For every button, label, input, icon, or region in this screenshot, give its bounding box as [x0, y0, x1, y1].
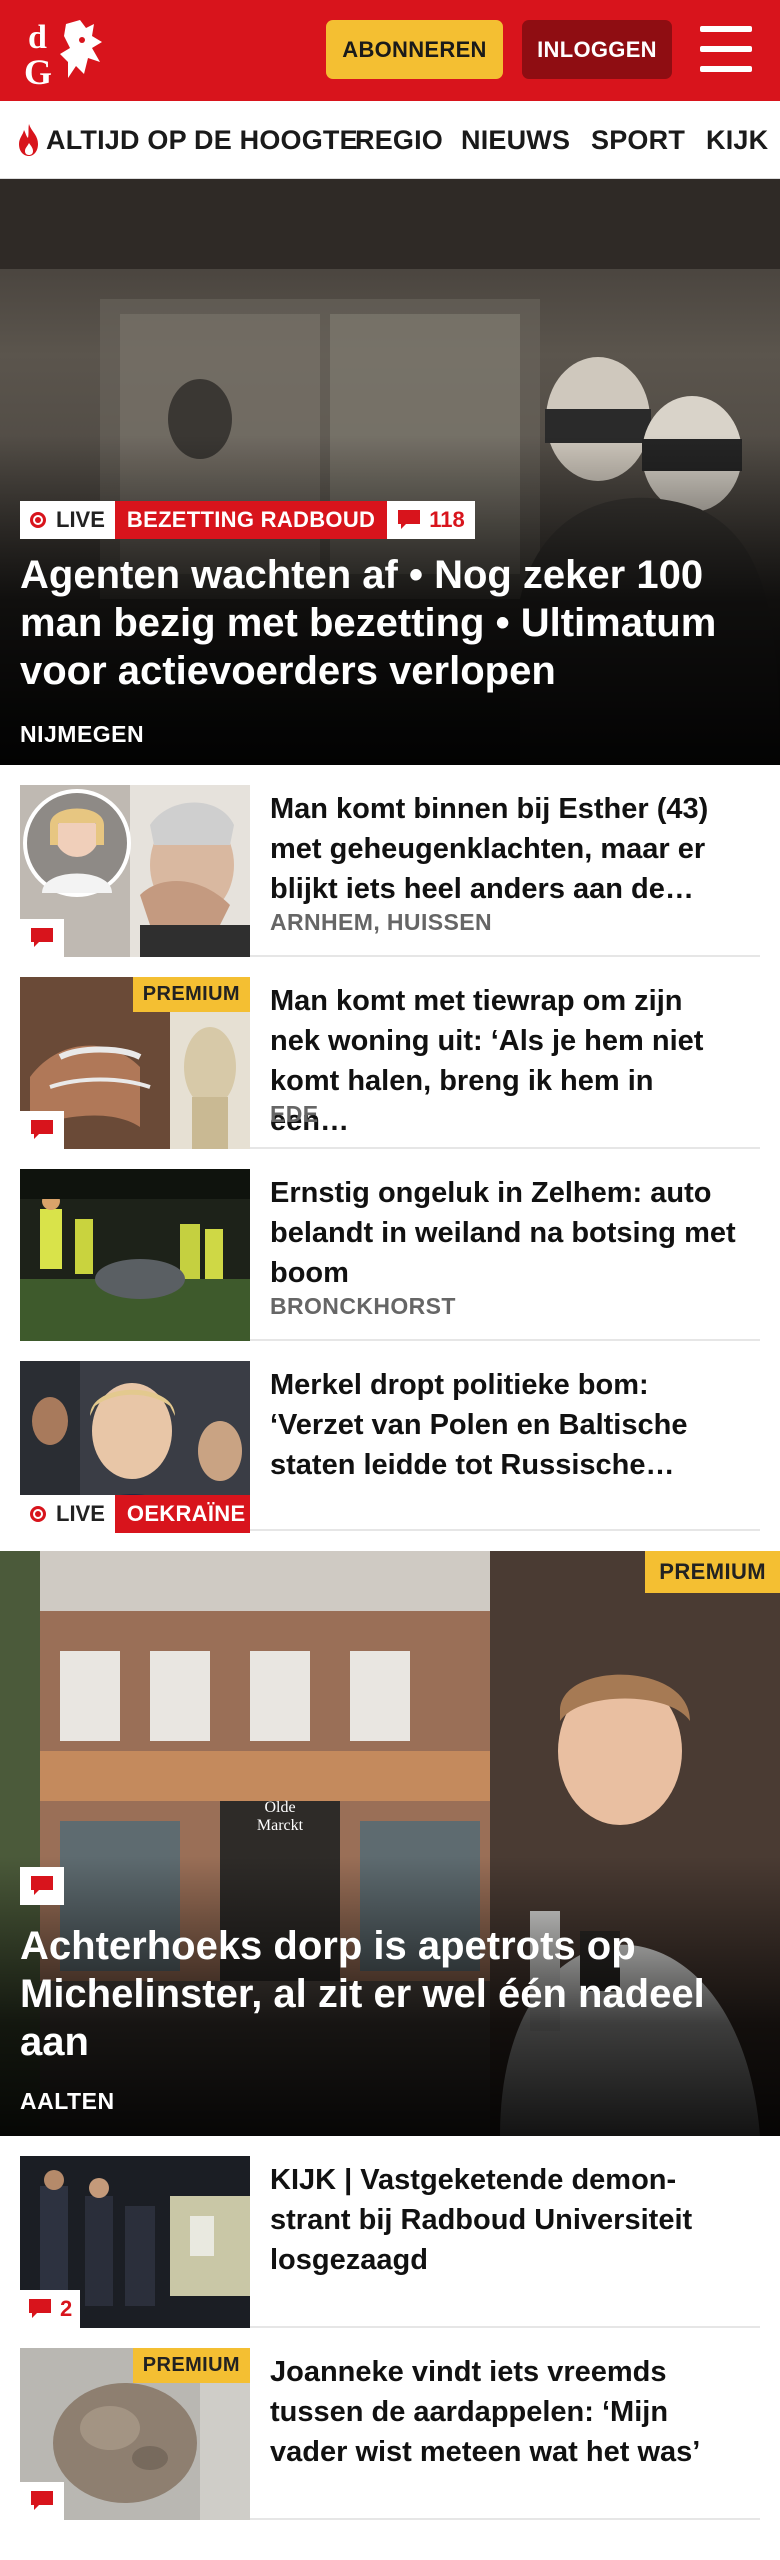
login-button[interactable]: INLOGGEN: [522, 20, 672, 79]
article-title[interactable]: KIJK | Vastgeketende demon­strant bij Ra…: [270, 2160, 740, 2280]
hero-location: NIJMEGEN: [20, 721, 145, 747]
subscribe-button[interactable]: ABONNEREN: [326, 20, 503, 79]
svg-text:G: G: [24, 52, 52, 88]
article-title[interactable]: Man komt met tiewrap om zijn nek woning …: [270, 981, 740, 1141]
comment-badge[interactable]: [20, 919, 64, 957]
top-bar: d G ABONNEREN INLOGGEN: [0, 0, 780, 101]
article-title[interactable]: Ernstig ongeluk in Zelhem: auto belandt …: [270, 1173, 740, 1293]
article-thumbnail: 2: [20, 2156, 250, 2328]
article-thumbnail: PREMIUM: [20, 2348, 250, 2520]
article-title[interactable]: Man komt binnen bij Esther (43) met gehe…: [270, 789, 740, 909]
live-dot-icon: [30, 512, 46, 528]
list-item[interactable]: PREMIUM Man komt met tiewrap om zijn nek…: [20, 957, 760, 1149]
article-location: EDE: [270, 1101, 319, 1127]
hero-article[interactable]: LIVE BEZETTING RADBOUD 118 Agenten wacht…: [0, 179, 780, 765]
live-badge: LIVE: [20, 501, 115, 539]
featured-title[interactable]: Achterhoeks dorp is apetrots op Michelin…: [20, 1922, 760, 2066]
list-item[interactable]: LIVE OEKRAÏNE Merkel dropt politieke bom…: [20, 1341, 760, 1533]
article-thumbnail: LIVE OEKRAÏNE: [20, 1361, 250, 1533]
hero-badges: LIVE BEZETTING RADBOUD 118: [20, 501, 475, 539]
nav-item-sport[interactable]: SPORT: [591, 101, 685, 178]
live-label: LIVE: [56, 507, 105, 532]
section-nav: ALTIJD OP DE HOOGTE REGIO NIEUWS SPORT K…: [0, 101, 780, 179]
hamburger-menu-icon[interactable]: [700, 26, 752, 72]
list-item[interactable]: PREMIUM Joanneke vindt iets vreemds tuss…: [20, 2328, 760, 2520]
list-item[interactable]: 2 KIJK | Vastgeketende demon­strant bij …: [20, 2136, 760, 2328]
comment-count: 118: [429, 507, 465, 532]
hero-comment-badge[interactable]: 118: [387, 501, 475, 539]
comment-count: 2: [60, 2296, 73, 2321]
comment-badge[interactable]: [20, 1867, 64, 1905]
article-location: ARNHEM, HUISSEN: [270, 909, 492, 935]
hero-tag[interactable]: BEZETTING RADBOUD: [114, 501, 388, 539]
flame-icon: [19, 124, 38, 156]
logo-icon[interactable]: d G: [22, 14, 118, 88]
thumb-badges: LIVE OEKRAÏNE: [20, 1495, 250, 1533]
premium-badge: PREMIUM: [132, 977, 250, 1012]
article-thumbnail: [20, 785, 250, 957]
featured-location: AALTEN: [20, 2088, 115, 2114]
restaurant-sign: Olde Marckt: [256, 1799, 304, 1834]
featured-article[interactable]: Olde Marckt PREMIUM Achterhoeks dorp is …: [0, 1551, 780, 2136]
comment-icon: [31, 1876, 53, 1895]
live-badge: LIVE: [20, 1495, 115, 1533]
premium-badge: PREMIUM: [132, 2348, 250, 2383]
comment-icon: [31, 1120, 53, 1139]
comment-badge[interactable]: [20, 1111, 64, 1149]
comment-badge[interactable]: 2: [20, 2290, 81, 2328]
list-item[interactable]: Ernstig ongeluk in Zelhem: auto belandt …: [20, 1149, 760, 1341]
live-dot-icon: [30, 1506, 46, 1522]
article-title[interactable]: Merkel dropt politieke bom: ‘Verzet van …: [270, 1365, 740, 1485]
comment-icon: [31, 2491, 53, 2510]
article-tag[interactable]: OEKRAÏNE: [114, 1495, 250, 1533]
nav-item-nieuws[interactable]: NIEUWS: [461, 101, 570, 178]
live-label: LIVE: [56, 1501, 105, 1526]
nav-item-kijk[interactable]: KIJK: [706, 101, 768, 178]
article-title[interactable]: Joanneke vindt iets vreemds tussen de aa…: [270, 2352, 740, 2472]
article-thumbnail: PREMIUM: [20, 977, 250, 1149]
list-item[interactable]: Man komt binnen bij Esther (43) met gehe…: [20, 765, 760, 957]
comment-icon: [29, 2299, 51, 2318]
premium-badge: PREMIUM: [645, 1551, 780, 1593]
comment-icon: [31, 928, 53, 947]
hero-title[interactable]: Agenten wachten af • Nog zeker 100 man b…: [20, 551, 760, 695]
nav-label: ALTIJD OP DE HOOGTE: [46, 124, 358, 155]
article-location: BRONCKHORST: [270, 1293, 456, 1319]
nav-item-regio[interactable]: REGIO: [355, 101, 443, 178]
comment-badge[interactable]: [20, 2482, 64, 2520]
article-thumbnail: [20, 1169, 250, 1341]
comment-icon: [398, 510, 421, 529]
svg-text:d: d: [28, 19, 47, 56]
nav-item-altijd-op-de-hoogte[interactable]: ALTIJD OP DE HOOGTE: [16, 101, 358, 178]
